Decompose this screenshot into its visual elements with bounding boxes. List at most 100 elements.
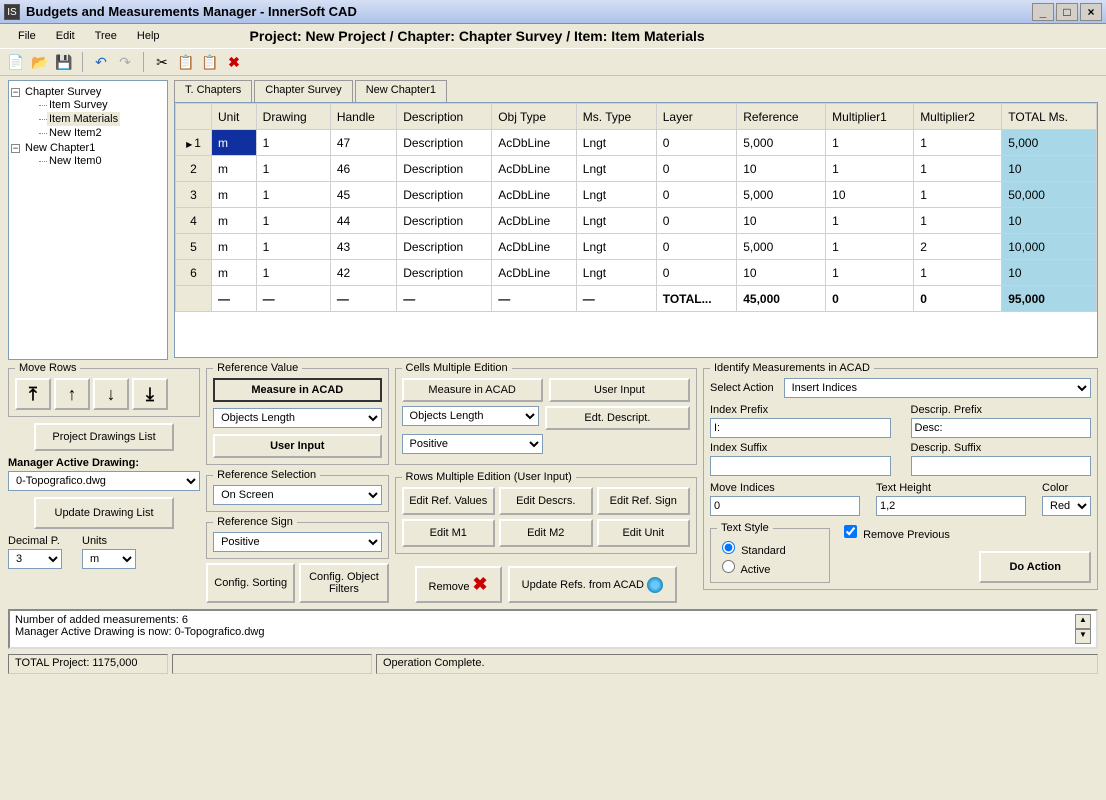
delete-icon[interactable]: ✖	[224, 52, 244, 72]
col-mstype[interactable]: Ms. Type	[576, 104, 656, 130]
col-unit[interactable]: Unit	[212, 104, 257, 130]
close-button[interactable]: ×	[1080, 3, 1102, 21]
select-action-label: Select Action	[710, 382, 774, 394]
col-drawing[interactable]: Drawing	[256, 104, 330, 130]
menu-file[interactable]: File	[8, 27, 46, 45]
col-objtype[interactable]: Obj Type	[492, 104, 577, 130]
edit-m2-button[interactable]: Edit M2	[499, 519, 593, 547]
config-object-filters-button[interactable]: Config. Object Filters	[299, 563, 388, 603]
table-row[interactable]: 6m142DescriptionAcDbLineLngt0101110	[176, 260, 1097, 286]
menu-tree[interactable]: Tree	[85, 27, 127, 45]
table-row[interactable]: 1m147DescriptionAcDbLineLngt05,000115,00…	[176, 130, 1097, 156]
scroll-up-icon[interactable]: ▲	[1075, 614, 1091, 629]
copy-icon[interactable]: 📋	[176, 52, 196, 72]
col-handle[interactable]: Handle	[330, 104, 396, 130]
edit-ref-sign-button[interactable]: Edit Ref. Sign	[597, 487, 690, 515]
table-row[interactable]: 4m144DescriptionAcDbLineLngt0101110	[176, 208, 1097, 234]
redo-icon[interactable]: ↷	[115, 52, 135, 72]
paste-icon[interactable]: 📋	[200, 52, 220, 72]
col-layer[interactable]: Layer	[656, 104, 737, 130]
minimize-button[interactable]: _	[1032, 3, 1054, 21]
reference-selection-legend: Reference Selection	[213, 469, 320, 481]
title-bar: IS Budgets and Measurements Manager - In…	[0, 0, 1106, 24]
index-prefix-input[interactable]	[710, 418, 891, 438]
move-down-button[interactable]: ↓	[93, 378, 129, 410]
do-action-button[interactable]: Do Action	[979, 551, 1091, 583]
open-icon[interactable]: 📂	[30, 52, 50, 72]
col-multiplier2[interactable]: Multiplier2	[914, 104, 1002, 130]
remove-button[interactable]: Remove ✖	[415, 566, 502, 603]
maximize-button[interactable]: □	[1056, 3, 1078, 21]
text-style-active-radio[interactable]: Active	[717, 564, 770, 576]
menu-edit[interactable]: Edit	[46, 27, 85, 45]
edit-ref-values-button[interactable]: Edit Ref. Values	[402, 487, 495, 515]
tree-collapse-icon[interactable]: −	[11, 144, 20, 153]
tree-item-survey[interactable]: Item Survey	[47, 98, 110, 112]
app-icon: IS	[4, 4, 20, 20]
index-suffix-label: Index Suffix	[710, 442, 891, 454]
cells-sign-select[interactable]: Positive	[402, 434, 543, 454]
status-operation: Operation Complete.	[376, 654, 1098, 674]
tree-new-item2[interactable]: New Item2	[47, 126, 104, 140]
col-totalms[interactable]: TOTAL Ms.	[1002, 104, 1097, 130]
manager-active-drawing-select[interactable]: 0-Topografico.dwg	[8, 471, 200, 491]
save-icon[interactable]: 💾	[54, 52, 74, 72]
config-sorting-button[interactable]: Config. Sorting	[206, 563, 295, 603]
reference-sign-legend: Reference Sign	[213, 516, 297, 528]
tree-collapse-icon[interactable]: −	[11, 88, 20, 97]
project-tree[interactable]: −Chapter Survey Item Survey Item Materia…	[8, 80, 168, 360]
move-indices-input[interactable]	[710, 496, 860, 516]
measure-in-acad-button[interactable]: Measure in ACAD	[213, 378, 381, 402]
measurements-grid[interactable]: Unit Drawing Handle Description Obj Type…	[174, 102, 1098, 358]
move-up-button[interactable]: ↑	[54, 378, 90, 410]
new-icon[interactable]: 📄	[6, 52, 26, 72]
tab-chapter-survey[interactable]: Chapter Survey	[254, 80, 352, 102]
decimal-p-label: Decimal P.	[8, 535, 62, 547]
descrip-prefix-input[interactable]	[911, 418, 1092, 438]
update-refs-from-acad-button[interactable]: Update Refs. from ACAD	[508, 566, 677, 603]
units-select[interactable]: m	[82, 549, 136, 569]
move-bottom-button[interactable]: ⤓	[132, 378, 168, 410]
edit-descrs-button[interactable]: Edit Descrs.	[499, 487, 593, 515]
edit-m1-button[interactable]: Edit M1	[402, 519, 495, 547]
scroll-down-icon[interactable]: ▼	[1075, 629, 1091, 644]
tree-chapter-survey[interactable]: Chapter Survey	[23, 85, 103, 99]
cells-measure-in-acad-button[interactable]: Measure in ACAD	[402, 378, 543, 402]
descrip-suffix-label: Descrip. Suffix	[911, 442, 1092, 454]
user-input-button[interactable]: User Input	[213, 434, 381, 458]
table-row[interactable]: 2m146DescriptionAcDbLineLngt0101110	[176, 156, 1097, 182]
tab-t-chapters[interactable]: T. Chapters	[174, 80, 252, 102]
col-reference[interactable]: Reference	[737, 104, 826, 130]
color-select[interactable]: Red	[1042, 496, 1091, 516]
descrip-suffix-input[interactable]	[911, 456, 1092, 476]
project-drawings-list-button[interactable]: Project Drawings List	[34, 423, 174, 451]
ref-value-objects-select[interactable]: Objects Length	[213, 408, 381, 428]
cells-objects-select[interactable]: Objects Length	[402, 406, 539, 426]
window-title: Budgets and Measurements Manager - Inner…	[26, 4, 1030, 19]
index-suffix-input[interactable]	[710, 456, 891, 476]
text-height-input[interactable]	[876, 496, 1026, 516]
select-action-select[interactable]: Insert Indices	[784, 378, 1091, 398]
col-multiplier1[interactable]: Multiplier1	[826, 104, 914, 130]
decimal-p-select[interactable]: 3	[8, 549, 62, 569]
table-row[interactable]: 5m143DescriptionAcDbLineLngt05,0001210,0…	[176, 234, 1097, 260]
edit-description-button[interactable]: Edt. Descript.	[545, 406, 690, 430]
cut-icon[interactable]: ✂	[152, 52, 172, 72]
tab-new-chapter1[interactable]: New Chapter1	[355, 80, 447, 102]
delete-icon: ✖	[473, 574, 488, 594]
table-row[interactable]: 3m145DescriptionAcDbLineLngt05,00010150,…	[176, 182, 1097, 208]
tree-item-materials[interactable]: Item Materials	[47, 112, 120, 126]
col-description[interactable]: Description	[397, 104, 492, 130]
remove-previous-checkbox[interactable]: Remove Previous	[840, 522, 950, 541]
menu-help[interactable]: Help	[127, 27, 170, 45]
reference-selection-select[interactable]: On Screen	[213, 485, 381, 505]
edit-unit-button[interactable]: Edit Unit	[597, 519, 690, 547]
text-style-standard-radio[interactable]: Standard	[717, 545, 786, 557]
update-drawing-list-button[interactable]: Update Drawing List	[34, 497, 174, 529]
reference-sign-select[interactable]: Positive	[213, 532, 381, 552]
move-top-button[interactable]: ⤒	[15, 378, 51, 410]
undo-icon[interactable]: ↶	[91, 52, 111, 72]
tree-new-item0[interactable]: New Item0	[47, 154, 104, 168]
cells-user-input-button[interactable]: User Input	[549, 378, 690, 402]
tree-new-chapter1[interactable]: New Chapter1	[23, 141, 97, 155]
